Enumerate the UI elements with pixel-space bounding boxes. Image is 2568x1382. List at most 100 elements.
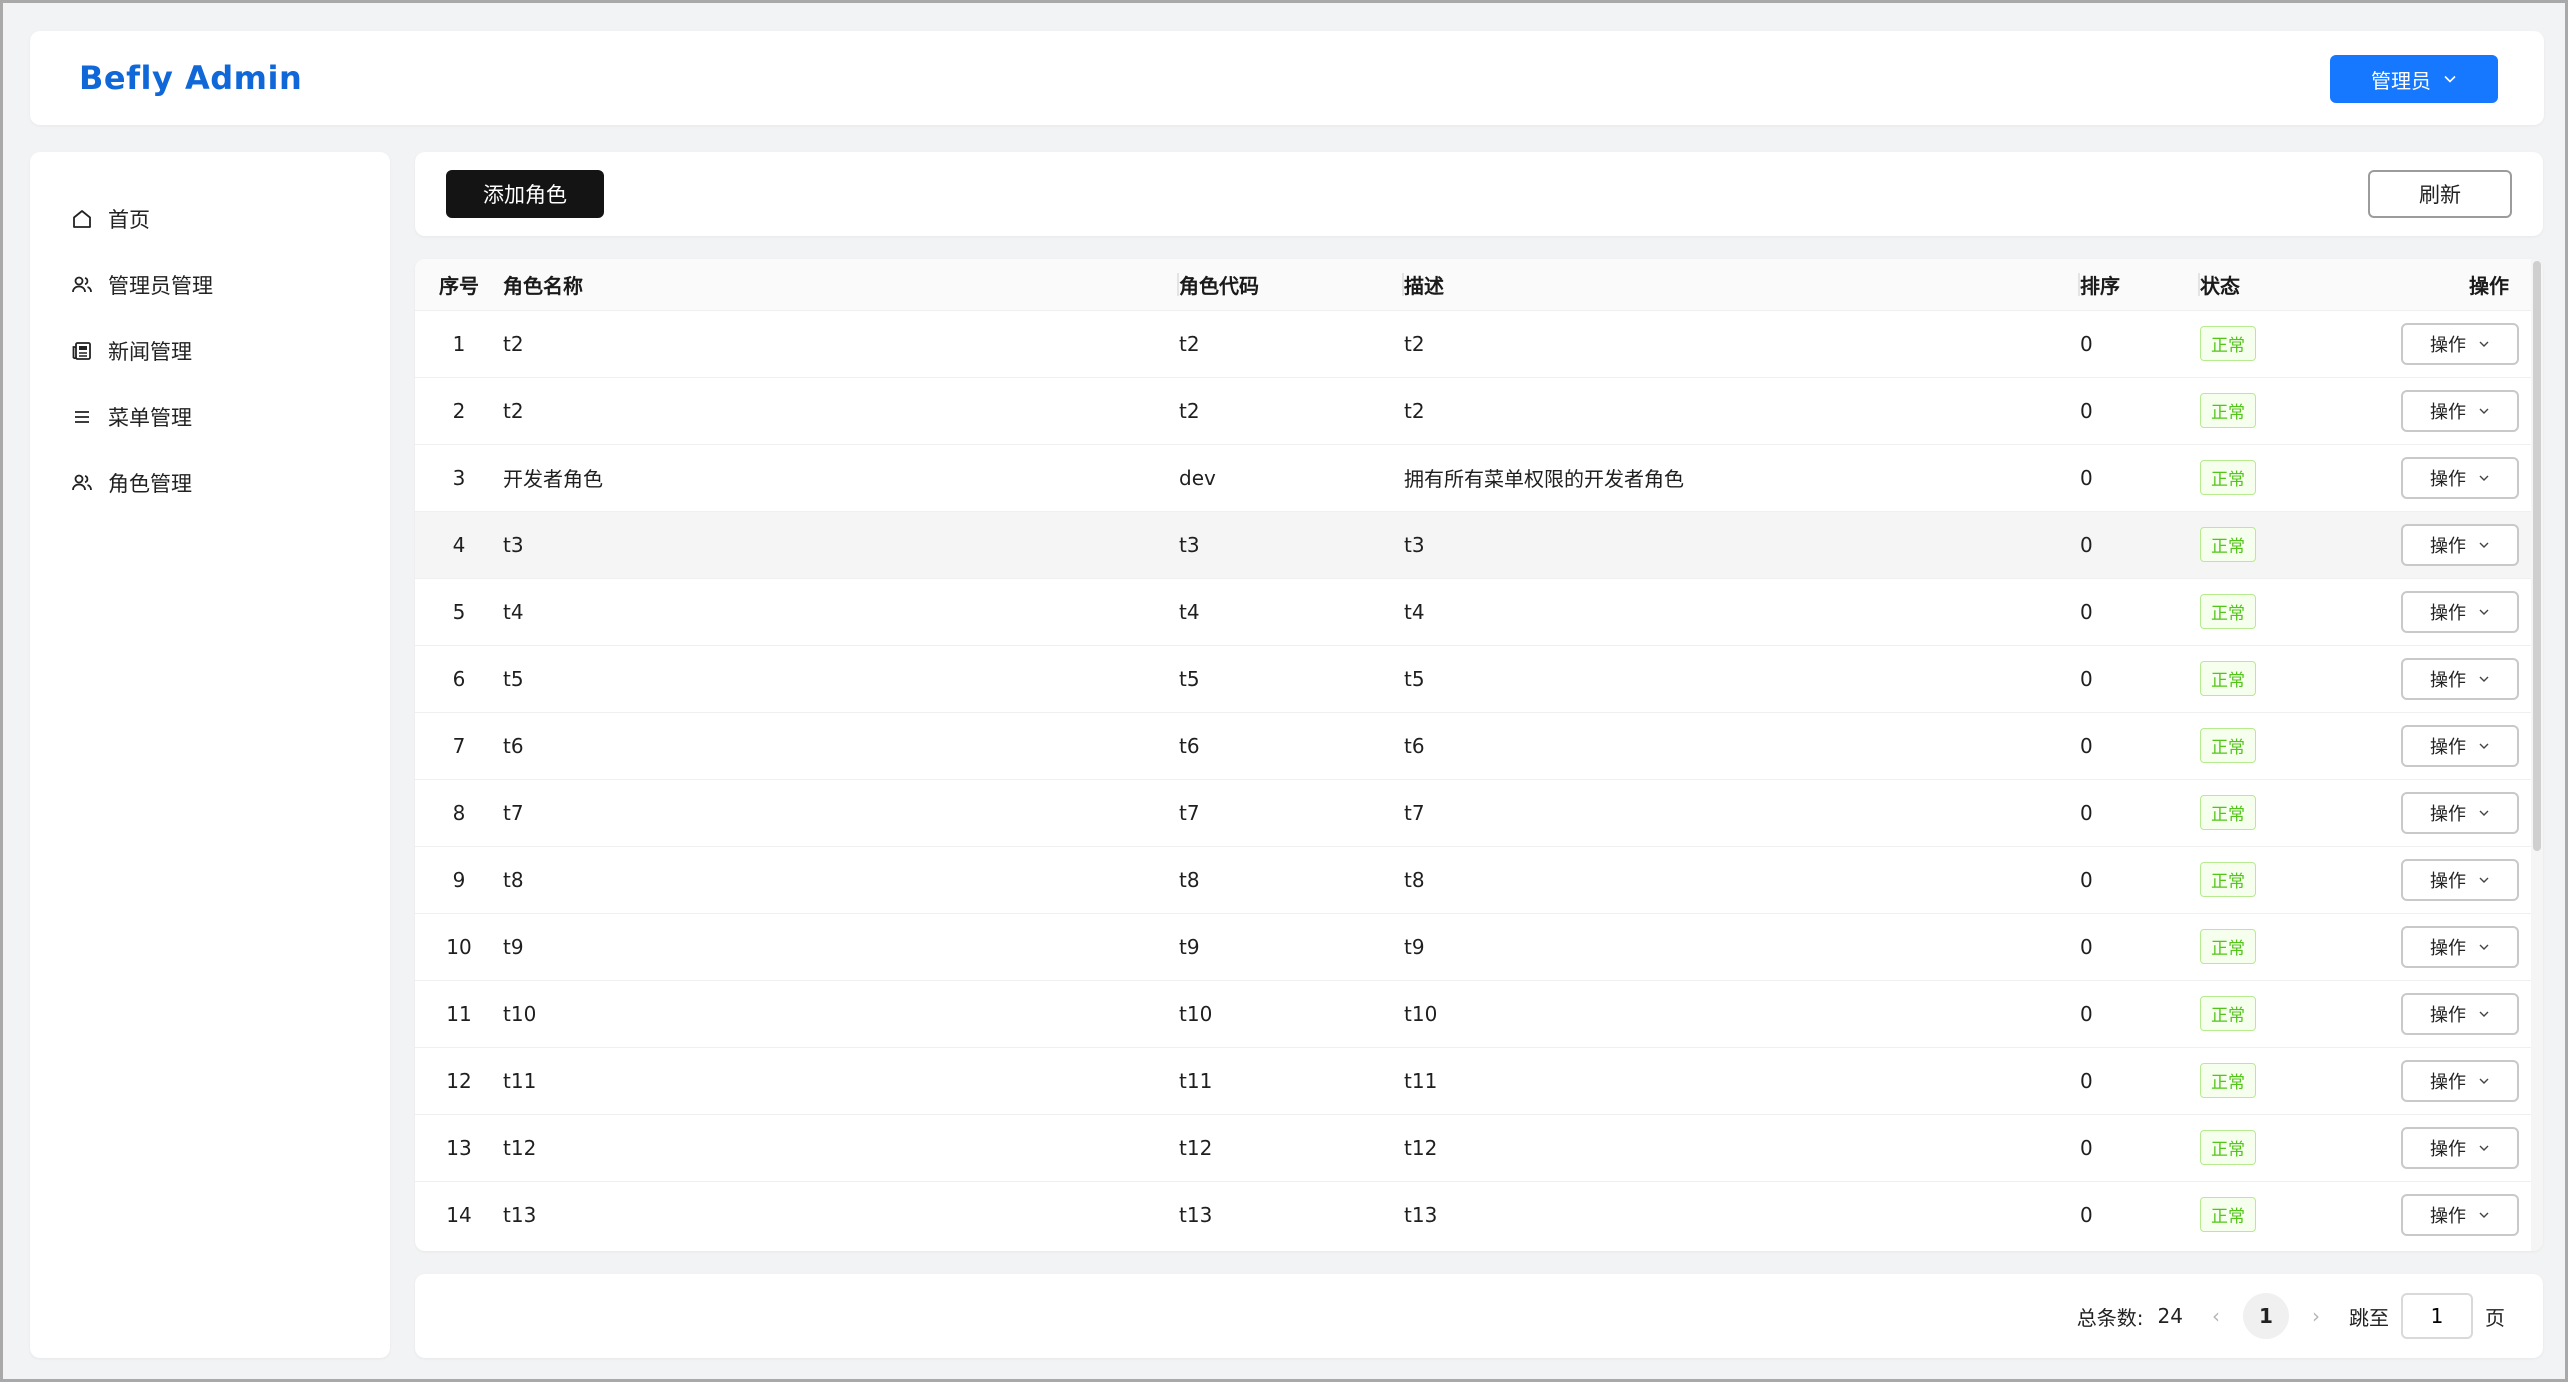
prev-page-icon[interactable]: ‹	[2201, 1304, 2231, 1328]
cell-status: 正常	[2200, 377, 2365, 444]
row-action-button[interactable]: 操作	[2401, 1126, 2519, 1169]
row-action-label: 操作	[2430, 803, 2466, 824]
cell-sort: 0	[2080, 398, 2093, 423]
top-header: Befly Admin 管理员	[30, 31, 2544, 125]
table-row[interactable]: 5 t4 t4 t4 0 正常 操作	[415, 578, 2531, 645]
cell-role-code: t2	[1179, 398, 1200, 423]
menu-icon	[75, 411, 89, 423]
table-row[interactable]: 3 开发者角色 dev 拥有所有菜单权限的开发者角色 0 正常 操作	[415, 444, 2531, 511]
row-action-button[interactable]: 操作	[2401, 523, 2519, 566]
cell-role-name: t4	[503, 599, 524, 624]
cell-sort: 0	[2080, 1068, 2093, 1093]
row-action-button[interactable]: 操作	[2401, 992, 2519, 1035]
user-dropdown-button[interactable]: 管理员	[2330, 55, 2498, 103]
sidebar-item-news[interactable]: 新闻管理	[70, 329, 192, 373]
sidebar-item-label: 角色管理	[108, 472, 192, 496]
row-action-button[interactable]: 操作	[2401, 590, 2519, 633]
row-action-button[interactable]: 操作	[2401, 858, 2519, 901]
jump-page-input[interactable]	[2401, 1293, 2473, 1339]
table-row[interactable]: 12 t11 t11 t11 0 正常 操作	[415, 1047, 2531, 1114]
sidebar-item-admins[interactable]: 管理员管理	[70, 263, 213, 307]
table-row[interactable]: 10 t9 t9 t9 0 正常 操作	[415, 913, 2531, 980]
cell-actions: 操作	[2365, 444, 2531, 511]
row-action-button[interactable]: 操作	[2401, 456, 2519, 499]
status-badge: 正常	[2200, 594, 2256, 629]
table-row[interactable]: 8 t7 t7 t7 0 正常 操作	[415, 779, 2531, 846]
users-icon	[72, 474, 92, 491]
row-action-button[interactable]: 操作	[2401, 389, 2519, 432]
row-action-label: 操作	[2430, 401, 2466, 422]
row-action-button[interactable]: 操作	[2401, 1059, 2519, 1102]
cell-sort: 0	[2080, 599, 2093, 624]
row-action-button[interactable]: 操作	[2401, 925, 2519, 968]
column-header-actions: 操作	[2469, 273, 2509, 298]
row-action-label: 操作	[2430, 736, 2466, 757]
cell-index: 12	[446, 1068, 472, 1093]
table-row[interactable]: 4 t3 t3 t3 0 正常 操作	[415, 511, 2531, 578]
add-role-button[interactable]: 添加角色	[446, 170, 604, 218]
cell-actions: 操作	[2365, 846, 2531, 913]
cell-description: t7	[1404, 800, 1425, 825]
table-scrollbar[interactable]	[2531, 259, 2543, 1251]
chevron-down-icon	[2444, 75, 2456, 83]
row-action-button[interactable]: 操作	[2401, 1193, 2519, 1236]
total-label: 总条数:	[2076, 1305, 2144, 1330]
cell-index: 3	[452, 465, 466, 490]
cell-role-name: t6	[503, 733, 524, 758]
refresh-button[interactable]: 刷新	[2368, 170, 2512, 218]
row-action-button[interactable]: 操作	[2401, 724, 2519, 767]
cell-role-name: t12	[503, 1135, 537, 1160]
row-action-label: 操作	[2430, 1071, 2466, 1092]
table-row[interactable]: 2 t2 t2 t2 0 正常 操作	[415, 377, 2531, 444]
cell-role-name: t2	[503, 331, 524, 356]
sidebar-item-roles[interactable]: 角色管理	[70, 461, 192, 505]
table-header-row: 序号 角色名称 角色代码 描述 排序 状态 操作	[415, 259, 2531, 310]
column-header-sort: 排序	[2080, 259, 2200, 310]
table-row[interactable]: 7 t6 t6 t6 0 正常 操作	[415, 712, 2531, 779]
table-scrollbar-thumb[interactable]	[2533, 261, 2541, 851]
cell-role-name: t8	[503, 867, 524, 892]
chevron-down-icon	[2479, 877, 2489, 883]
cell-index: 8	[452, 800, 466, 825]
brand-logo[interactable]: Befly Admin	[79, 31, 302, 125]
table-row[interactable]: 9 t8 t8 t8 0 正常 操作	[415, 846, 2531, 913]
chevron-down-icon	[2479, 743, 2489, 749]
cell-sort: 0	[2080, 465, 2093, 490]
row-action-label: 操作	[2430, 334, 2466, 355]
table-row[interactable]: 11 t10 t10 t10 0 正常 操作	[415, 980, 2531, 1047]
chevron-down-icon	[2479, 609, 2489, 615]
cell-index: 14	[446, 1202, 472, 1227]
page-number-current[interactable]: 1	[2243, 1293, 2289, 1339]
cell-role-name: 开发者角色	[503, 467, 603, 491]
cell-status: 正常	[2200, 1047, 2365, 1114]
table-row[interactable]: 13 t12 t12 t12 0 正常 操作	[415, 1114, 2531, 1181]
table-row[interactable]: 14 t13 t13 t13 0 正常 操作	[415, 1181, 2531, 1248]
table-row[interactable]: 1 t2 t2 t2 0 正常 操作	[415, 310, 2531, 377]
table-row[interactable]: 6 t5 t5 t5 0 正常 操作	[415, 645, 2531, 712]
next-page-icon[interactable]: ›	[2301, 1304, 2331, 1328]
row-action-label: 操作	[2430, 535, 2466, 556]
chevron-down-icon	[2479, 542, 2489, 548]
row-action-button[interactable]: 操作	[2401, 791, 2519, 834]
sidebar-item-home[interactable]: 首页	[70, 197, 150, 241]
cell-sort: 0	[2080, 1135, 2093, 1160]
sidebar-item-label: 新闻管理	[108, 340, 192, 364]
row-action-button[interactable]: 操作	[2401, 322, 2519, 365]
cell-role-code: t12	[1179, 1135, 1213, 1160]
status-badge: 正常	[2200, 996, 2256, 1031]
cell-sort: 0	[2080, 666, 2093, 691]
cell-status: 正常	[2200, 1181, 2365, 1248]
sidebar-item-menus[interactable]: 菜单管理	[70, 395, 192, 439]
status-badge: 正常	[2200, 1197, 2256, 1233]
cell-sort: 0	[2080, 1202, 2093, 1227]
cell-role-name: t3	[503, 532, 524, 557]
row-action-label: 操作	[2430, 937, 2466, 958]
cell-status: 正常	[2200, 1114, 2365, 1181]
cell-actions: 操作	[2365, 913, 2531, 980]
cell-role-code: t3	[1179, 532, 1200, 557]
chevron-down-icon	[2479, 810, 2489, 816]
cell-status: 正常	[2200, 980, 2365, 1047]
sidebar-item-label: 管理员管理	[108, 274, 213, 298]
row-action-button[interactable]: 操作	[2401, 657, 2519, 700]
chevron-down-icon	[2479, 408, 2489, 414]
